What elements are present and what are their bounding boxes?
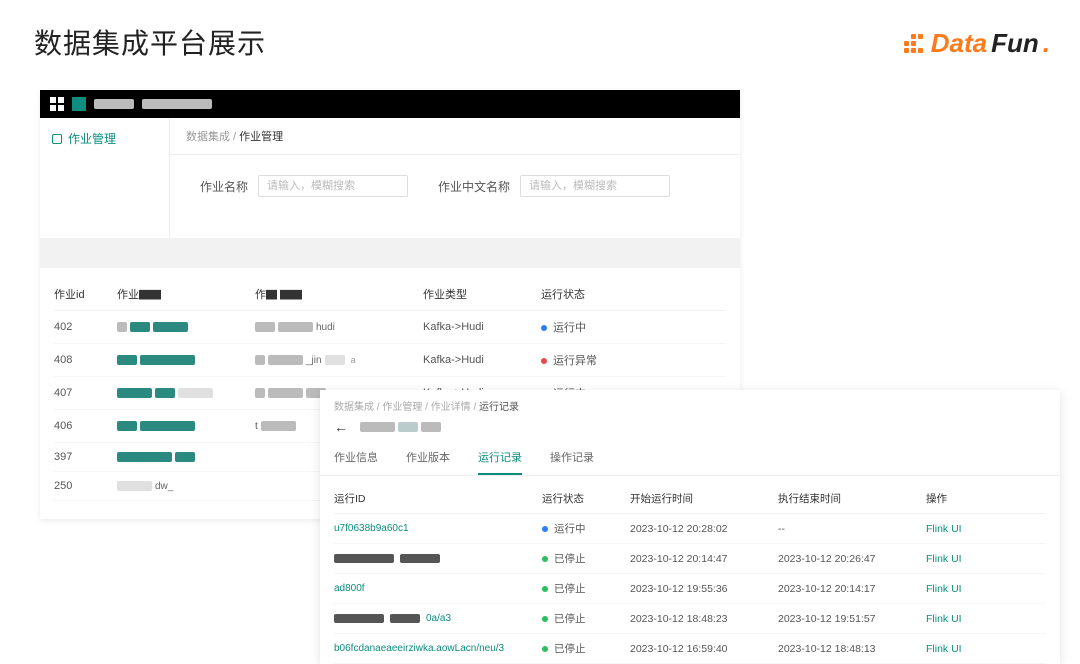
- tab-version[interactable]: 作业版本: [406, 441, 450, 475]
- flink-ui-link[interactable]: Flink UI: [926, 553, 962, 565]
- list-item: ad800f 已停止 2023-10-12 19:55:36 2023-10-1…: [334, 574, 1046, 604]
- sidebar: 作业管理: [40, 118, 170, 238]
- flink-ui-link[interactable]: Flink UI: [926, 643, 962, 655]
- flink-ui-link[interactable]: Flink UI: [926, 613, 962, 625]
- job-type: Kafka->Hudi: [423, 321, 533, 333]
- col-run-end: 执行结束时间: [778, 491, 918, 506]
- run-id-link[interactable]: b06fcdanaeaeeirziwka.aowLacn/neu/3: [334, 643, 504, 654]
- logo-dots-icon: [904, 34, 923, 53]
- col-run-ops: 操作: [926, 491, 1006, 506]
- run-id-link[interactable]: u7f0638b9a60c1: [334, 523, 409, 534]
- list-item: 已停止 2023-10-12 20:14:47 2023-10-12 20:26…: [334, 544, 1046, 574]
- job-id: 402: [54, 321, 109, 333]
- breadcrumb-current: 作业管理: [239, 131, 283, 143]
- col-run-id: 运行ID: [334, 491, 534, 506]
- logo-dot: .: [1043, 28, 1050, 59]
- col-job-type: 作业类型: [423, 286, 533, 302]
- col-job-name: 作业▇▇: [117, 286, 247, 302]
- run-id-link[interactable]: ad800f: [334, 583, 365, 594]
- panel2-breadcrumb: 数据集成 / 作业管理 / 作业详情 / 运行记录: [320, 390, 1060, 415]
- back-icon[interactable]: ←: [334, 419, 348, 435]
- search-name-label: 作业名称: [200, 178, 248, 195]
- flink-ui-link[interactable]: Flink UI: [926, 523, 962, 535]
- col-run-status: 运行状态: [542, 491, 622, 506]
- table-row[interactable]: 402 hudi Kafka->Hudi 运行中: [54, 311, 726, 344]
- run-id-link[interactable]: 0a/a3: [426, 613, 451, 624]
- datafun-logo: DataFun.: [904, 28, 1050, 59]
- list-item: 0a/a3 已停止 2023-10-12 18:48:23 2023-10-12…: [334, 604, 1046, 634]
- sidebar-item-label: 作业管理: [68, 130, 116, 147]
- col-run-start: 开始运行时间: [630, 491, 770, 506]
- breadcrumb-root[interactable]: 数据集成: [186, 131, 230, 143]
- search-cname-label: 作业中文名称: [438, 178, 510, 195]
- search-name-input[interactable]: [258, 175, 408, 197]
- col-job-desc: 作▇ ▇▇: [255, 286, 415, 302]
- logo-text-right: Fun: [991, 28, 1039, 59]
- detail-tabs: 作业信息 作业版本 运行记录 操作记录: [320, 441, 1060, 476]
- redacted: [142, 99, 212, 109]
- table-row[interactable]: 408 _jina Kafka->Hudi 运行异常: [54, 344, 726, 377]
- sidebar-item-job-mgmt[interactable]: 作业管理: [40, 124, 169, 153]
- topbar: [40, 90, 740, 118]
- app-brand-icon[interactable]: [72, 97, 86, 111]
- breadcrumb: 数据集成 / 作业管理: [170, 118, 740, 155]
- logo-text-left: Data: [931, 28, 987, 59]
- tab-info[interactable]: 作业信息: [334, 441, 378, 475]
- job-status: 运行中: [541, 319, 641, 335]
- col-job-id: 作业id: [54, 286, 109, 302]
- redacted: [94, 99, 134, 109]
- col-job-status: 运行状态: [541, 286, 641, 302]
- tab-op-records[interactable]: 操作记录: [550, 441, 594, 475]
- tab-run-records[interactable]: 运行记录: [478, 441, 522, 475]
- list-icon: [52, 134, 62, 144]
- app-grid-icon[interactable]: [50, 97, 64, 111]
- run-records-panel: 数据集成 / 作业管理 / 作业详情 / 运行记录 ← 作业信息 作业版本 运行…: [320, 390, 1060, 664]
- flink-ui-link[interactable]: Flink UI: [926, 583, 962, 595]
- search-cname-input[interactable]: [520, 175, 670, 197]
- list-item: b06fcdanaeaeeirziwka.aowLacn/neu/3 已停止 2…: [334, 634, 1046, 664]
- list-item: u7f0638b9a60c1 运行中 2023-10-12 20:28:02 -…: [334, 514, 1046, 544]
